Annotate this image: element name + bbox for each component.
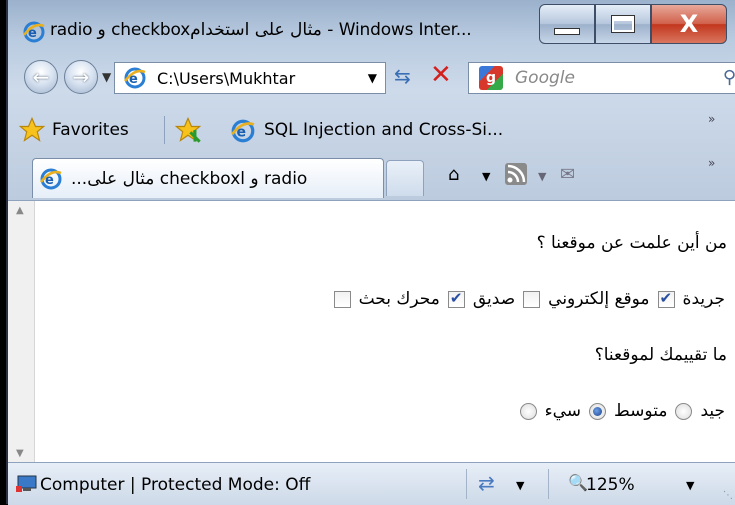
commandbar-overflow-icon[interactable]: » <box>708 156 715 170</box>
tab-active[interactable]: e ...مثال على checkboxl و radio <box>32 158 384 198</box>
radio-average[interactable] <box>589 402 607 420</box>
scroll-up-icon[interactable]: ▲ <box>16 205 24 216</box>
browser-window: e radio و checkboxمثال على استخدام - Win… <box>6 0 735 505</box>
rating-radio-group: جيد متوسط سيء <box>514 401 727 421</box>
checkbox-label-friend: صديق <box>472 289 516 309</box>
radio-bad[interactable] <box>519 402 537 420</box>
checkbox-label-search-engine: محرك بحث <box>358 289 440 309</box>
window-controls: X <box>539 4 727 44</box>
home-dropdown-icon[interactable]: ▼ <box>482 170 490 183</box>
back-button[interactable]: ← <box>24 60 58 94</box>
search-placeholder[interactable]: Google <box>515 68 575 88</box>
scroll-down-icon[interactable]: ▼ <box>16 448 24 459</box>
vertical-scrollbar[interactable]: ▲ ▼ <box>8 201 35 463</box>
page-content: من أين علمت عن موقعنا ؟ جريدة موقع إلكتر… <box>34 201 735 463</box>
zoom-icon[interactable]: 🔍 <box>568 473 588 492</box>
recent-pages-dropdown-icon[interactable]: ▼ <box>102 70 111 84</box>
address-text[interactable]: C:\Users\Mukhtar <box>157 69 368 88</box>
svg-text:e: e <box>129 72 138 87</box>
window-title: radio و checkboxمثال على استخدام - Windo… <box>50 20 472 40</box>
checkbox-search-engine[interactable] <box>333 290 351 308</box>
tab-ie-icon: e <box>40 168 62 189</box>
search-box[interactable]: g Google ⚲ <box>468 62 735 94</box>
tab-bar: e ...مثال على checkboxl و radio ⌂ ▼ ▼ ✉ … <box>8 150 735 202</box>
back-arrow-icon: ← <box>32 65 50 89</box>
radio-label-bad: سيء <box>544 401 582 421</box>
navigation-bar: ← → ▼ e C:\Users\Mukhtar ▼ ⇆ ✕ g Google … <box>8 56 735 100</box>
svg-text:e: e <box>45 173 54 188</box>
rss-feed-icon[interactable] <box>504 162 528 186</box>
checkbox-label-newspaper: جريدة <box>682 289 725 309</box>
resize-grip-icon[interactable]: ⋱ <box>723 490 733 501</box>
forward-arrow-icon: → <box>72 65 90 89</box>
feeds-dropdown-icon[interactable]: ▼ <box>538 170 546 183</box>
close-button[interactable]: X <box>651 4 727 44</box>
favorite-item-ie-icon: e <box>231 119 255 143</box>
status-separator <box>466 469 467 499</box>
tab-label: ...مثال على checkboxl و radio <box>71 168 308 189</box>
favorites-star-icon[interactable] <box>18 116 46 144</box>
favorite-item-link[interactable]: SQL Injection and Cross-Si... <box>264 120 503 140</box>
minimize-button[interactable] <box>539 4 595 44</box>
favorites-bar: Favorites e SQL Injection and Cross-Si..… <box>8 110 735 150</box>
title-bar[interactable]: e radio و checkboxمثال على استخدام - Win… <box>8 0 735 48</box>
question-source-heading: من أين علمت عن موقعنا ؟ <box>536 233 727 253</box>
address-dropdown-icon[interactable]: ▼ <box>368 71 377 85</box>
add-favorite-icon[interactable] <box>174 116 202 144</box>
page-ie-icon: e <box>124 67 146 89</box>
svg-text:e: e <box>28 26 37 41</box>
page-viewport: ▲ ▼ من أين علمت عن موقعنا ؟ جريدة موقع إ… <box>8 200 735 463</box>
status-separator <box>548 469 549 499</box>
zoom-level[interactable]: 125% <box>586 475 635 495</box>
checkbox-friend[interactable] <box>447 289 465 308</box>
radio-good[interactable] <box>675 402 693 420</box>
zoom-dropdown-icon[interactable]: ▼ <box>686 479 694 492</box>
maximize-button[interactable] <box>595 4 651 44</box>
minimize-icon <box>554 27 580 35</box>
computer-zone-icon <box>16 475 37 492</box>
favorites-button[interactable]: Favorites <box>52 120 129 140</box>
stop-icon[interactable]: ✕ <box>430 60 452 90</box>
source-checkbox-group: جريدة موقع إلكتروني صديق محرك بحث <box>328 289 727 309</box>
ie-logo-icon: e <box>23 21 45 43</box>
close-icon: X <box>679 10 699 38</box>
home-icon[interactable]: ⌂ <box>448 164 459 185</box>
favorites-separator <box>164 116 165 144</box>
browser-chrome: e radio و checkboxمثال على استخدام - Win… <box>8 0 735 200</box>
checkbox-label-website: موقع إلكتروني <box>548 289 650 309</box>
google-search-provider-icon[interactable]: g <box>479 66 503 90</box>
forward-button[interactable]: → <box>64 60 98 94</box>
status-text: Computer | Protected Mode: Off <box>40 475 311 495</box>
refresh-icon[interactable]: ⇆ <box>394 64 411 88</box>
question-rating-heading: ما تقييمك لموقعنا؟ <box>594 345 727 365</box>
maximize-icon <box>611 15 635 33</box>
new-tab-button[interactable] <box>386 160 424 196</box>
radio-label-average: متوسط <box>614 401 668 421</box>
address-bar[interactable]: e C:\Users\Mukhtar ▼ <box>114 62 386 94</box>
zone-dropdown-icon[interactable]: ▼ <box>516 479 524 492</box>
checkbox-website[interactable] <box>523 290 541 308</box>
radio-label-good: جيد <box>700 401 725 421</box>
status-bar: Computer | Protected Mode: Off ⇄ ▼ 🔍 125… <box>8 462 735 505</box>
mail-icon[interactable]: ✉ <box>560 164 575 185</box>
search-icon[interactable]: ⚲ <box>723 67 735 88</box>
svg-text:e: e <box>237 124 247 140</box>
checkbox-newspaper[interactable] <box>657 289 675 308</box>
favorites-overflow-icon[interactable]: » <box>708 112 715 126</box>
popup-blocker-icon[interactable]: ⇄ <box>478 471 495 495</box>
